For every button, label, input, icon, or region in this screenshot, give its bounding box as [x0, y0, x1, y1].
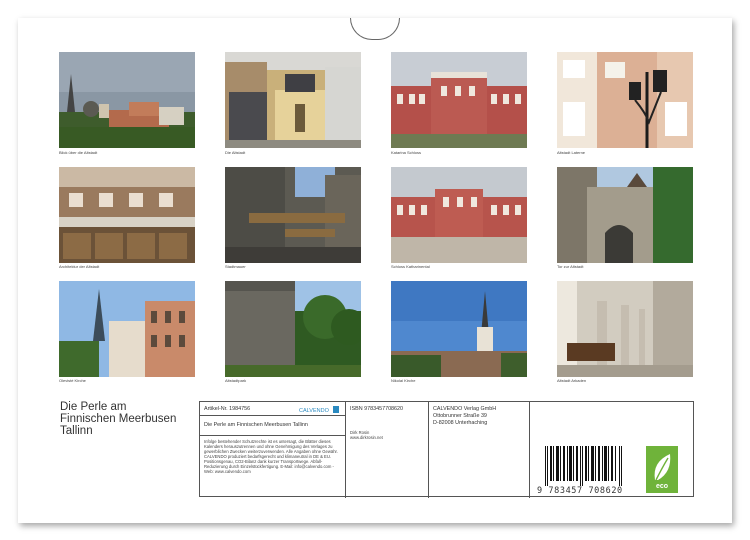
photo-caption-6: Stadtmauer [225, 264, 246, 269]
isbn: ISBN 9783457708620 [350, 406, 404, 412]
photo-thumbnail-11 [391, 281, 527, 377]
eco-badge: eco [646, 446, 678, 493]
divider [200, 435, 345, 436]
photo-caption-8: Tor zur Altstadt [557, 264, 584, 269]
calendar-title-line-1: Die Perle am [60, 401, 127, 413]
photo-caption-5: Architektur der Altstadt [59, 264, 100, 269]
photo-thumbnail-9 [59, 281, 195, 377]
photo-thumbnail-2 [225, 52, 361, 148]
calvendo-logo: CALVENDO [299, 406, 339, 414]
photo-thumbnail-5 [59, 167, 195, 263]
photo-caption-4: Altstadt Laterne [557, 150, 586, 155]
divider [428, 402, 429, 498]
photo-thumbnail-10 [225, 281, 361, 377]
photo-caption-3: Katarina Schloss [391, 150, 422, 155]
article-number: Artikel-Nr. 1984756 [204, 406, 251, 412]
photo-caption-11: Nikolai Kirche [391, 378, 416, 383]
publisher-street: Ottobrunner Straße 39 [433, 413, 487, 419]
divider [529, 402, 530, 498]
photo-caption-1: Blick über die Altstadt [59, 150, 98, 155]
publisher-city: D-82008 Unterhaching [433, 420, 488, 426]
barcode [545, 446, 622, 486]
photo-caption-7: Schloss Katharinental [391, 264, 430, 269]
photo-thumbnail-6 [225, 167, 361, 263]
photo-thumbnail-3 [391, 52, 527, 148]
publisher-name: CALVENDO Verlag GmbH [433, 406, 497, 412]
photo-thumbnail-12 [557, 281, 693, 377]
photo-caption-2: Die Altstadt [225, 150, 246, 155]
eco-label: eco [655, 483, 669, 490]
author-website: www.dirkrosin.net [350, 435, 383, 440]
photo-caption-12: Altstadt Arkaden [557, 378, 587, 383]
product-title: Die Perle am Finnischen Meerbusen Tallin… [204, 422, 308, 428]
divider [200, 415, 345, 416]
product-info-box: Artikel-Nr. 1984756 CALVENDO Die Perle a… [199, 401, 694, 498]
photo-caption-10: Altstadtpark [225, 378, 247, 383]
photo-thumbnail-4 [557, 52, 693, 148]
calvendo-brand-text: CALVENDO [299, 408, 330, 414]
calendar-title-line-3: Tallinn [60, 425, 93, 437]
divider [345, 402, 346, 498]
photo-caption-9: Olevisté Kirche [59, 378, 86, 383]
photo-thumbnail-7 [391, 167, 527, 263]
ean-number: 9 783457 708620 [537, 486, 623, 496]
legal-notice: Infolge bestehender Schutzrechte ist es … [204, 439, 338, 474]
photo-thumbnail-1 [59, 52, 195, 148]
calendar-title: Die Perle am Finnischen Meerbusen Tallin… [60, 401, 196, 437]
calendar-title-line-2: Finnischen Meerbusen [60, 413, 177, 425]
photo-thumbnail-8 [557, 167, 693, 263]
